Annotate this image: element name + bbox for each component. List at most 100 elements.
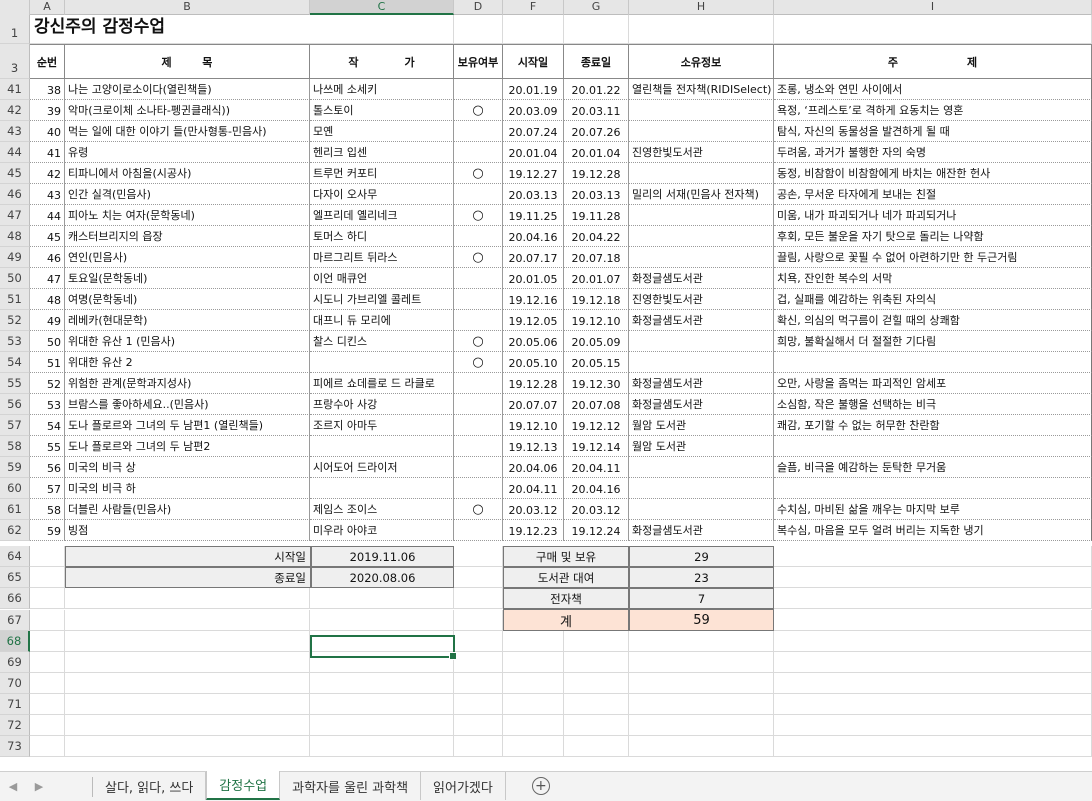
- cell-source[interactable]: 진영한빛도서관: [629, 142, 774, 163]
- cell-end[interactable]: 19.12.18: [564, 289, 629, 310]
- row-header[interactable]: 72: [0, 715, 30, 736]
- cell-theme[interactable]: 공손, 무서운 타자에게 보내는 친절: [774, 184, 1092, 205]
- cell-source[interactable]: [629, 478, 774, 499]
- empty-cell[interactable]: [65, 588, 310, 609]
- cell-theme[interactable]: 끌림, 사랑으로 꽃필 수 없어 아련하기만 한 두근거림: [774, 247, 1092, 268]
- empty-cell[interactable]: [774, 715, 1092, 736]
- cell-f1[interactable]: [503, 15, 564, 44]
- cell-d1[interactable]: [454, 15, 503, 44]
- cell-title[interactable]: 도나 플로르와 그녀의 두 남편1 (열린책들): [65, 415, 310, 436]
- count-value-library[interactable]: 23: [629, 567, 774, 588]
- cell-num[interactable]: 55: [30, 436, 65, 457]
- cell-start[interactable]: 20.07.24: [503, 121, 564, 142]
- empty-cell[interactable]: [774, 567, 1092, 588]
- empty-cell[interactable]: [503, 694, 564, 715]
- cell-source[interactable]: 화정글샘도서관: [629, 310, 774, 331]
- cell-theme[interactable]: 소심함, 작은 불행을 선택하는 비극: [774, 394, 1092, 415]
- cell-title[interactable]: 위험한 관계(문학과지성사): [65, 373, 310, 394]
- empty-cell[interactable]: [65, 631, 310, 652]
- cell-num[interactable]: 57: [30, 478, 65, 499]
- cell-owned[interactable]: ○: [454, 247, 503, 268]
- row-header[interactable]: 51: [0, 289, 30, 310]
- empty-cell[interactable]: [564, 694, 629, 715]
- cell-source[interactable]: [629, 226, 774, 247]
- count-value-purchase[interactable]: 29: [629, 546, 774, 567]
- empty-cell[interactable]: [629, 715, 774, 736]
- cell-end[interactable]: 19.12.24: [564, 520, 629, 541]
- cell-author[interactable]: 엘프리데 옐리네크: [310, 205, 454, 226]
- cell-owned[interactable]: ○: [454, 499, 503, 520]
- cell-owned[interactable]: [454, 373, 503, 394]
- cell-theme[interactable]: [774, 478, 1092, 499]
- empty-cell[interactable]: [564, 736, 629, 757]
- empty-cell[interactable]: [454, 715, 503, 736]
- empty-cell[interactable]: [310, 736, 454, 757]
- empty-cell[interactable]: [629, 736, 774, 757]
- cell-owned[interactable]: ○: [454, 331, 503, 352]
- cell-title[interactable]: 캐스터브리지의 읍장: [65, 226, 310, 247]
- cell-theme[interactable]: 확신, 의심의 먹구름이 걷힐 때의 상쾌함: [774, 310, 1092, 331]
- header-end[interactable]: 종료일: [564, 44, 629, 79]
- cell-author[interactable]: 미우라 아야코: [310, 520, 454, 541]
- cell-source[interactable]: 화정글샘도서관: [629, 268, 774, 289]
- row-header[interactable]: 46: [0, 184, 30, 205]
- row-header[interactable]: 65: [0, 567, 30, 588]
- cell-num[interactable]: 45: [30, 226, 65, 247]
- cell-source[interactable]: [629, 352, 774, 373]
- empty-cell[interactable]: [65, 694, 310, 715]
- cell-end[interactable]: 19.11.28: [564, 205, 629, 226]
- cell-title[interactable]: 연인(민음사): [65, 247, 310, 268]
- cell-author[interactable]: 트루먼 커포티: [310, 163, 454, 184]
- empty-cell[interactable]: [310, 715, 454, 736]
- empty-cell[interactable]: [310, 694, 454, 715]
- column-header-c[interactable]: C: [310, 0, 454, 15]
- cell-num[interactable]: 39: [30, 100, 65, 121]
- cell-owned[interactable]: [454, 457, 503, 478]
- empty-cell[interactable]: [564, 631, 629, 652]
- cell-theme[interactable]: 욕정, ‘프레스토’로 격하게 요동치는 영혼: [774, 100, 1092, 121]
- empty-cell[interactable]: [629, 631, 774, 652]
- cell-end[interactable]: 19.12.28: [564, 163, 629, 184]
- row-header[interactable]: 64: [0, 546, 30, 567]
- cell-theme[interactable]: [774, 436, 1092, 457]
- cell-title[interactable]: 위대한 유산 2: [65, 352, 310, 373]
- row-header[interactable]: 1: [0, 15, 30, 44]
- cell-g1[interactable]: [564, 15, 629, 44]
- cell-c1[interactable]: [310, 15, 454, 44]
- row-header[interactable]: 69: [0, 652, 30, 673]
- cell-theme[interactable]: 후회, 모든 불운을 자기 탓으로 돌리는 나약함: [774, 226, 1092, 247]
- cell-end[interactable]: 20.04.11: [564, 457, 629, 478]
- empty-cell[interactable]: [564, 652, 629, 673]
- empty-cell[interactable]: [30, 736, 65, 757]
- row-header[interactable]: 57: [0, 415, 30, 436]
- cell-num[interactable]: 46: [30, 247, 65, 268]
- column-header-f[interactable]: F: [503, 0, 564, 15]
- tab-scroll-right-icon[interactable]: ▶: [26, 772, 52, 800]
- cell-title[interactable]: 나는 고양이로소이다(열린책들): [65, 79, 310, 100]
- count-value-total[interactable]: 59: [629, 609, 774, 631]
- row-header[interactable]: 41: [0, 79, 30, 100]
- cell-start[interactable]: 19.12.05: [503, 310, 564, 331]
- header-start[interactable]: 시작일: [503, 44, 564, 79]
- cell-num[interactable]: 54: [30, 415, 65, 436]
- header-owned[interactable]: 보유여부: [454, 44, 503, 79]
- column-header-b[interactable]: B: [65, 0, 310, 15]
- cell-start[interactable]: 20.01.05: [503, 268, 564, 289]
- count-value-ebook[interactable]: 7: [629, 588, 774, 609]
- empty-cell[interactable]: [454, 588, 503, 609]
- empty-cell[interactable]: [774, 694, 1092, 715]
- cell-owned[interactable]: ○: [454, 163, 503, 184]
- cell-source[interactable]: [629, 457, 774, 478]
- row-header[interactable]: 45: [0, 163, 30, 184]
- cell-theme[interactable]: 복수심, 마음을 모두 얼려 버리는 지독한 냉기: [774, 520, 1092, 541]
- cell-author[interactable]: [310, 352, 454, 373]
- cell-source[interactable]: 월암 도서관: [629, 436, 774, 457]
- cell-start[interactable]: 20.03.12: [503, 499, 564, 520]
- row-header[interactable]: 59: [0, 457, 30, 478]
- header-source[interactable]: 소유정보: [629, 44, 774, 79]
- column-header-h[interactable]: H: [629, 0, 774, 15]
- cell-title[interactable]: 브람스를 좋아하세요..(민음사): [65, 394, 310, 415]
- cell-source[interactable]: [629, 499, 774, 520]
- cell-num[interactable]: 56: [30, 457, 65, 478]
- empty-cell[interactable]: [30, 694, 65, 715]
